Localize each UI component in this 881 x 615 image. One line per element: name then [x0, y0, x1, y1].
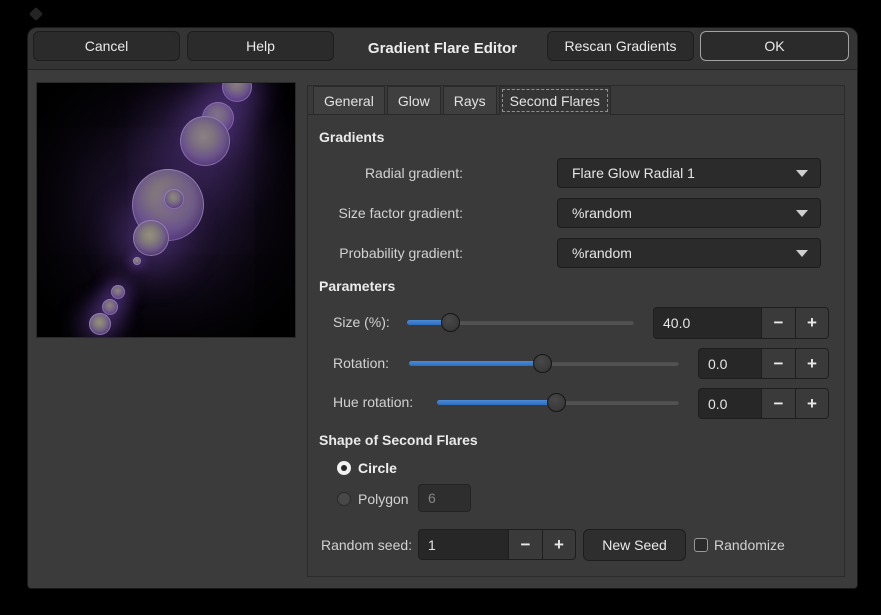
size-factor-gradient-value: %random: [572, 205, 796, 221]
tab-rays[interactable]: Rays: [443, 86, 497, 114]
size-decrement-button[interactable]: −: [761, 308, 795, 338]
radial-gradient-value: Flare Glow Radial 1: [572, 165, 796, 181]
minus-icon: −: [774, 313, 784, 333]
size-increment-button[interactable]: +: [795, 308, 828, 338]
radial-gradient-label: Radial gradient:: [308, 165, 463, 181]
tab-general[interactable]: General: [313, 86, 385, 114]
flare-glow: [133, 257, 141, 265]
chevron-down-icon: [796, 210, 808, 217]
rotation-spinner: 0.0 − +: [698, 348, 829, 379]
hue-rotation-decrement-button[interactable]: −: [761, 389, 795, 418]
size-value-input[interactable]: 40.0: [654, 308, 761, 338]
rotation-label: Rotation:: [333, 355, 389, 371]
slider-fill: [437, 400, 557, 405]
circle-radio-label[interactable]: Circle: [358, 460, 397, 476]
random-seed-label: Random seed:: [321, 537, 412, 553]
flare-glow: [111, 285, 125, 299]
tab-bar: GeneralGlowRaysSecond Flares: [308, 86, 844, 115]
rescan-gradients-button[interactable]: Rescan Gradients: [547, 31, 694, 61]
minus-icon: −: [774, 354, 784, 374]
size-slider[interactable]: [407, 312, 634, 332]
randomize-checkbox[interactable]: [694, 538, 708, 552]
ok-button[interactable]: OK: [700, 31, 849, 61]
hue-rotation-spinner: 0.0 − +: [698, 388, 829, 419]
rotation-increment-button[interactable]: +: [795, 349, 828, 378]
plus-icon: +: [807, 354, 817, 374]
window-title: Gradient Flare Editor: [368, 40, 517, 57]
hue-rotation-slider[interactable]: [437, 392, 679, 412]
flare-glow: [133, 220, 169, 256]
hue-rotation-label: Hue rotation:: [333, 394, 413, 410]
random-seed-input[interactable]: 1: [419, 530, 508, 559]
random-seed-increment-button[interactable]: +: [542, 530, 575, 559]
flare-glow: [89, 313, 111, 335]
tab-glow[interactable]: Glow: [387, 86, 441, 114]
random-seed-decrement-button[interactable]: −: [508, 530, 542, 559]
plus-icon: +: [554, 535, 564, 555]
size-spinner: 40.0 − +: [653, 307, 829, 339]
plus-icon: +: [807, 313, 817, 333]
probability-gradient-label: Probability gradient:: [308, 245, 463, 261]
minus-icon: −: [774, 394, 784, 414]
help-button[interactable]: Help: [187, 31, 334, 61]
chevron-down-icon: [796, 170, 808, 177]
flare-glow: [180, 116, 230, 166]
random-seed-spinner: 1 − +: [418, 529, 576, 560]
polygon-radio[interactable]: [337, 492, 351, 506]
slider-handle[interactable]: [547, 393, 566, 412]
hue-rotation-increment-button[interactable]: +: [795, 389, 828, 418]
titlebar[interactable]: Cancel Help Gradient Flare Editor Rescan…: [28, 28, 857, 70]
parameters-heading: Parameters: [319, 278, 395, 294]
minus-icon: −: [521, 535, 531, 555]
slider-handle[interactable]: [533, 354, 552, 373]
gradients-heading: Gradients: [319, 129, 384, 145]
plus-icon: +: [807, 394, 817, 414]
size-label: Size (%):: [333, 314, 390, 330]
randomize-label[interactable]: Randomize: [714, 537, 785, 553]
shape-heading: Shape of Second Flares: [319, 432, 478, 448]
rotation-value-input[interactable]: 0.0: [699, 349, 761, 378]
slider-handle[interactable]: [441, 313, 460, 332]
editor-panel: GeneralGlowRaysSecond Flares Gradients R…: [307, 85, 845, 577]
size-factor-gradient-dropdown[interactable]: %random: [557, 198, 821, 228]
gradient-flare-editor-window: Cancel Help Gradient Flare Editor Rescan…: [28, 28, 857, 588]
window-icon[interactable]: [29, 7, 43, 21]
flare-glow: [222, 82, 252, 102]
flare-preview[interactable]: [36, 82, 296, 338]
hue-rotation-value-input[interactable]: 0.0: [699, 389, 761, 418]
tab-second-flares[interactable]: Second Flares: [499, 86, 611, 115]
chevron-down-icon: [796, 250, 808, 257]
polygon-sides-input[interactable]: 6: [418, 484, 471, 512]
rotation-slider[interactable]: [409, 353, 679, 373]
cancel-button[interactable]: Cancel: [33, 31, 180, 61]
desktop-background: Cancel Help Gradient Flare Editor Rescan…: [0, 0, 881, 615]
rotation-decrement-button[interactable]: −: [761, 349, 795, 378]
flare-glow: [102, 299, 118, 315]
slider-fill: [409, 361, 543, 366]
probability-gradient-dropdown[interactable]: %random: [557, 238, 821, 268]
polygon-radio-label[interactable]: Polygon: [358, 491, 409, 507]
circle-radio[interactable]: [337, 461, 351, 475]
new-seed-button[interactable]: New Seed: [583, 529, 686, 561]
flare-glow: [164, 189, 184, 209]
probability-gradient-value: %random: [572, 245, 796, 261]
radial-gradient-dropdown[interactable]: Flare Glow Radial 1: [557, 158, 821, 188]
size-factor-gradient-label: Size factor gradient:: [308, 205, 463, 221]
